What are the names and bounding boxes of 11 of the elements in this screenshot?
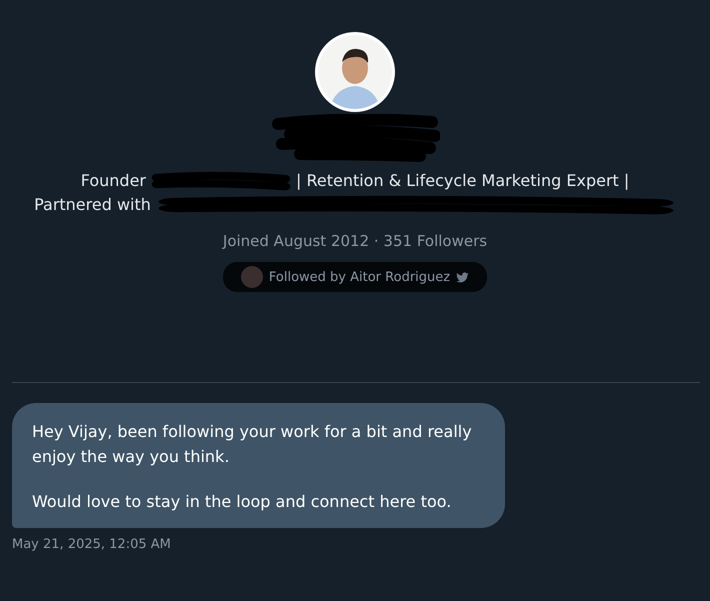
message-timestamp: May 21, 2025, 12:05 AM xyxy=(12,537,172,552)
avatar[interactable] xyxy=(315,32,395,112)
message-text: Would love to stay in the loop and connect here too. xyxy=(32,491,452,513)
bird-icon xyxy=(456,272,470,282)
bio-text: Partnered with xyxy=(34,194,151,216)
message-text: Hey Vijay, been following your work for a bit and really enjoy the way you think. xyxy=(32,421,473,468)
follower-avatar xyxy=(240,266,263,288)
followed-by-text: Followed by Aitor Rodriguez xyxy=(268,270,450,284)
bio-text: | Retention & Lifecycle Marketing Expert | xyxy=(296,170,630,192)
bio-text: Founder xyxy=(80,170,146,192)
profile-stats: Joined August 2012 · 351 Followers xyxy=(222,232,488,250)
